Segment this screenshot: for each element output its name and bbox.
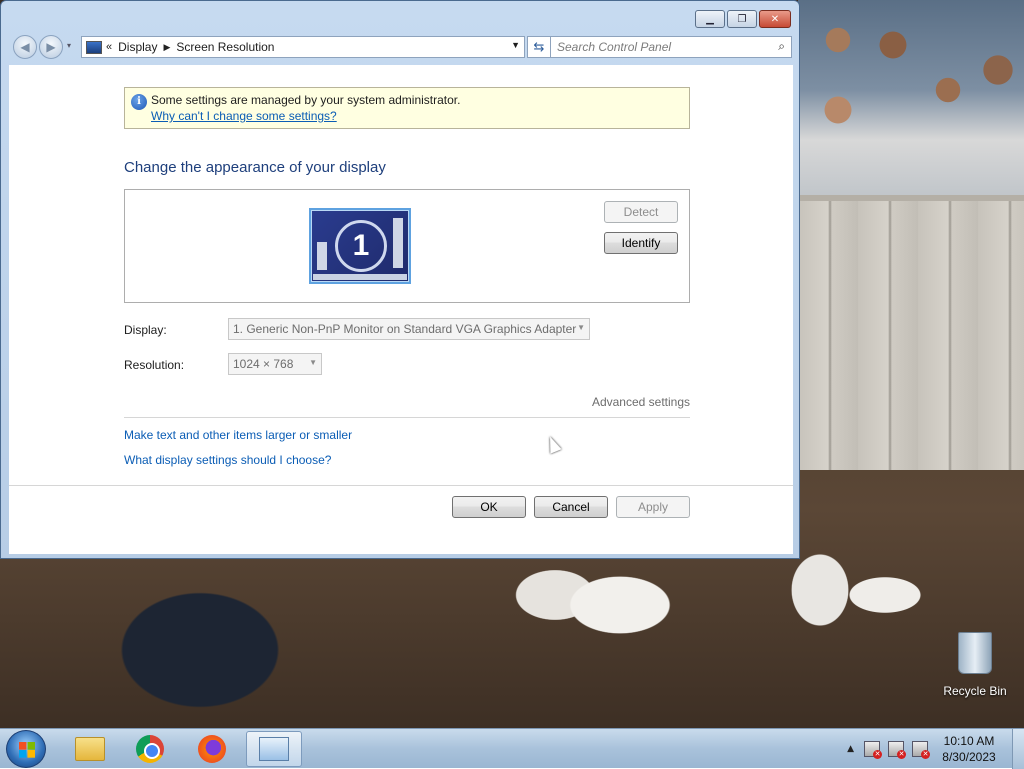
taskbar-display-settings[interactable]: [246, 731, 302, 767]
clock-time: 10:10 AM: [943, 734, 995, 748]
resolution-select-value: 1024 × 768: [233, 357, 294, 371]
back-arrow-icon: ◀: [20, 40, 30, 54]
firefox-icon: [198, 735, 226, 763]
search-input[interactable]: Search Control Panel ⌕: [550, 36, 792, 58]
wallpaper-rooster-left: [500, 560, 690, 670]
content-pane: i Some settings are managed by your syst…: [9, 65, 793, 554]
control-panel-icon: [86, 40, 102, 54]
resolution-label: Resolution:: [124, 358, 185, 372]
close-button[interactable]: ✕: [759, 10, 791, 28]
ok-button[interactable]: OK: [452, 496, 526, 518]
detect-button[interactable]: Detect: [604, 201, 678, 223]
apply-button[interactable]: Apply: [616, 496, 690, 518]
clock[interactable]: 10:10 AM 8/30/2023: [936, 733, 1002, 765]
start-button[interactable]: [6, 730, 46, 768]
why-cant-change-link[interactable]: Why can't I change some settings?: [151, 109, 683, 123]
refresh-icon: ⇆: [533, 39, 545, 55]
text-size-link[interactable]: Make text and other items larger or smal…: [124, 428, 352, 442]
breadcrumb-overflow-icon[interactable]: «: [106, 41, 112, 53]
admin-notice: i Some settings are managed by your syst…: [124, 87, 690, 129]
recycle-bin-icon: [958, 632, 992, 674]
title-bar[interactable]: ▁ ❐ ✕: [1, 1, 799, 33]
forward-button[interactable]: ▶: [39, 35, 63, 59]
breadcrumb-screen-resolution[interactable]: Screen Resolution: [176, 40, 274, 54]
file-explorer-icon: [75, 737, 105, 761]
address-dropdown-icon[interactable]: ▼: [511, 40, 520, 50]
info-icon: i: [131, 94, 147, 110]
monitor-number: 1: [335, 220, 387, 272]
advanced-settings-link[interactable]: Advanced settings: [592, 395, 690, 409]
close-icon: ✕: [770, 13, 780, 25]
wallpaper-crowd: [798, 0, 1024, 200]
page-title: Change the appearance of your display: [124, 159, 386, 176]
chevron-down-icon: ▼: [577, 323, 585, 332]
breadcrumb-display[interactable]: Display: [118, 40, 157, 54]
recent-pages-chevron-icon[interactable]: ▾: [67, 41, 71, 50]
display-select[interactable]: 1. Generic Non-PnP Monitor on Standard V…: [228, 318, 590, 340]
restore-button[interactable]: ❐: [727, 10, 757, 28]
taskbar-file-explorer[interactable]: [62, 731, 118, 767]
navigation-bar: ◀ ▶ ▾ « Display ▶ Screen Resolution ▼ ⇆ …: [9, 35, 793, 59]
search-placeholder: Search Control Panel: [557, 40, 672, 54]
minimize-icon: ▁: [706, 13, 714, 25]
cancel-button[interactable]: Cancel: [534, 496, 608, 518]
address-bar[interactable]: « Display ▶ Screen Resolution ▼: [81, 36, 525, 58]
taskbar-firefox[interactable]: [184, 731, 240, 767]
resolution-select[interactable]: 1024 × 768 ▼: [228, 353, 322, 375]
chrome-icon: [136, 735, 164, 763]
monitor-1-tile[interactable]: 1: [309, 208, 411, 284]
recycle-bin-label: Recycle Bin: [943, 684, 1007, 698]
wallpaper-fence: [798, 195, 1024, 470]
forward-arrow-icon: ▶: [46, 40, 56, 54]
footer-divider: [9, 485, 793, 486]
display-select-value: 1. Generic Non-PnP Monitor on Standard V…: [233, 322, 577, 336]
display-label: Display:: [124, 323, 167, 337]
action-center-icon[interactable]: ✕: [864, 741, 882, 759]
refresh-button[interactable]: ⇆: [527, 36, 551, 58]
breadcrumb-separator-icon[interactable]: ▶: [163, 42, 170, 53]
display-preview: 1 Detect Identify: [124, 189, 690, 303]
display-settings-help-link[interactable]: What display settings should I choose?: [124, 453, 331, 467]
back-button[interactable]: ◀: [13, 35, 37, 59]
network-icon[interactable]: ✕: [888, 741, 906, 759]
system-tray: ▲ ✕ ✕ ✕ 10:10 AM 8/30/2023: [847, 729, 1024, 769]
taskbar-chrome[interactable]: [122, 731, 178, 767]
windows-logo-icon: [19, 742, 35, 758]
show-desktop-button[interactable]: [1012, 729, 1024, 769]
recycle-bin[interactable]: Recycle Bin: [940, 630, 1010, 700]
wallpaper-person: [90, 560, 310, 728]
divider: [124, 417, 690, 418]
chevron-down-icon: ▼: [309, 358, 317, 367]
restore-icon: ❐: [737, 13, 747, 25]
minimize-button[interactable]: ▁: [695, 10, 725, 28]
taskbar: ▲ ✕ ✕ ✕ 10:10 AM 8/30/2023: [0, 728, 1024, 769]
display-settings-icon: [259, 737, 289, 761]
clock-date: 8/30/2023: [942, 750, 996, 764]
admin-notice-text: Some settings are managed by your system…: [151, 93, 461, 107]
show-hidden-icons-icon[interactable]: ▲: [847, 744, 854, 754]
screen-resolution-window: ▁ ❐ ✕ ◀ ▶ ▾ « Display ▶ Screen Resolutio…: [0, 0, 800, 559]
volume-muted-icon[interactable]: ✕: [912, 741, 930, 759]
identify-button[interactable]: Identify: [604, 232, 678, 254]
search-icon: ⌕: [778, 39, 785, 53]
